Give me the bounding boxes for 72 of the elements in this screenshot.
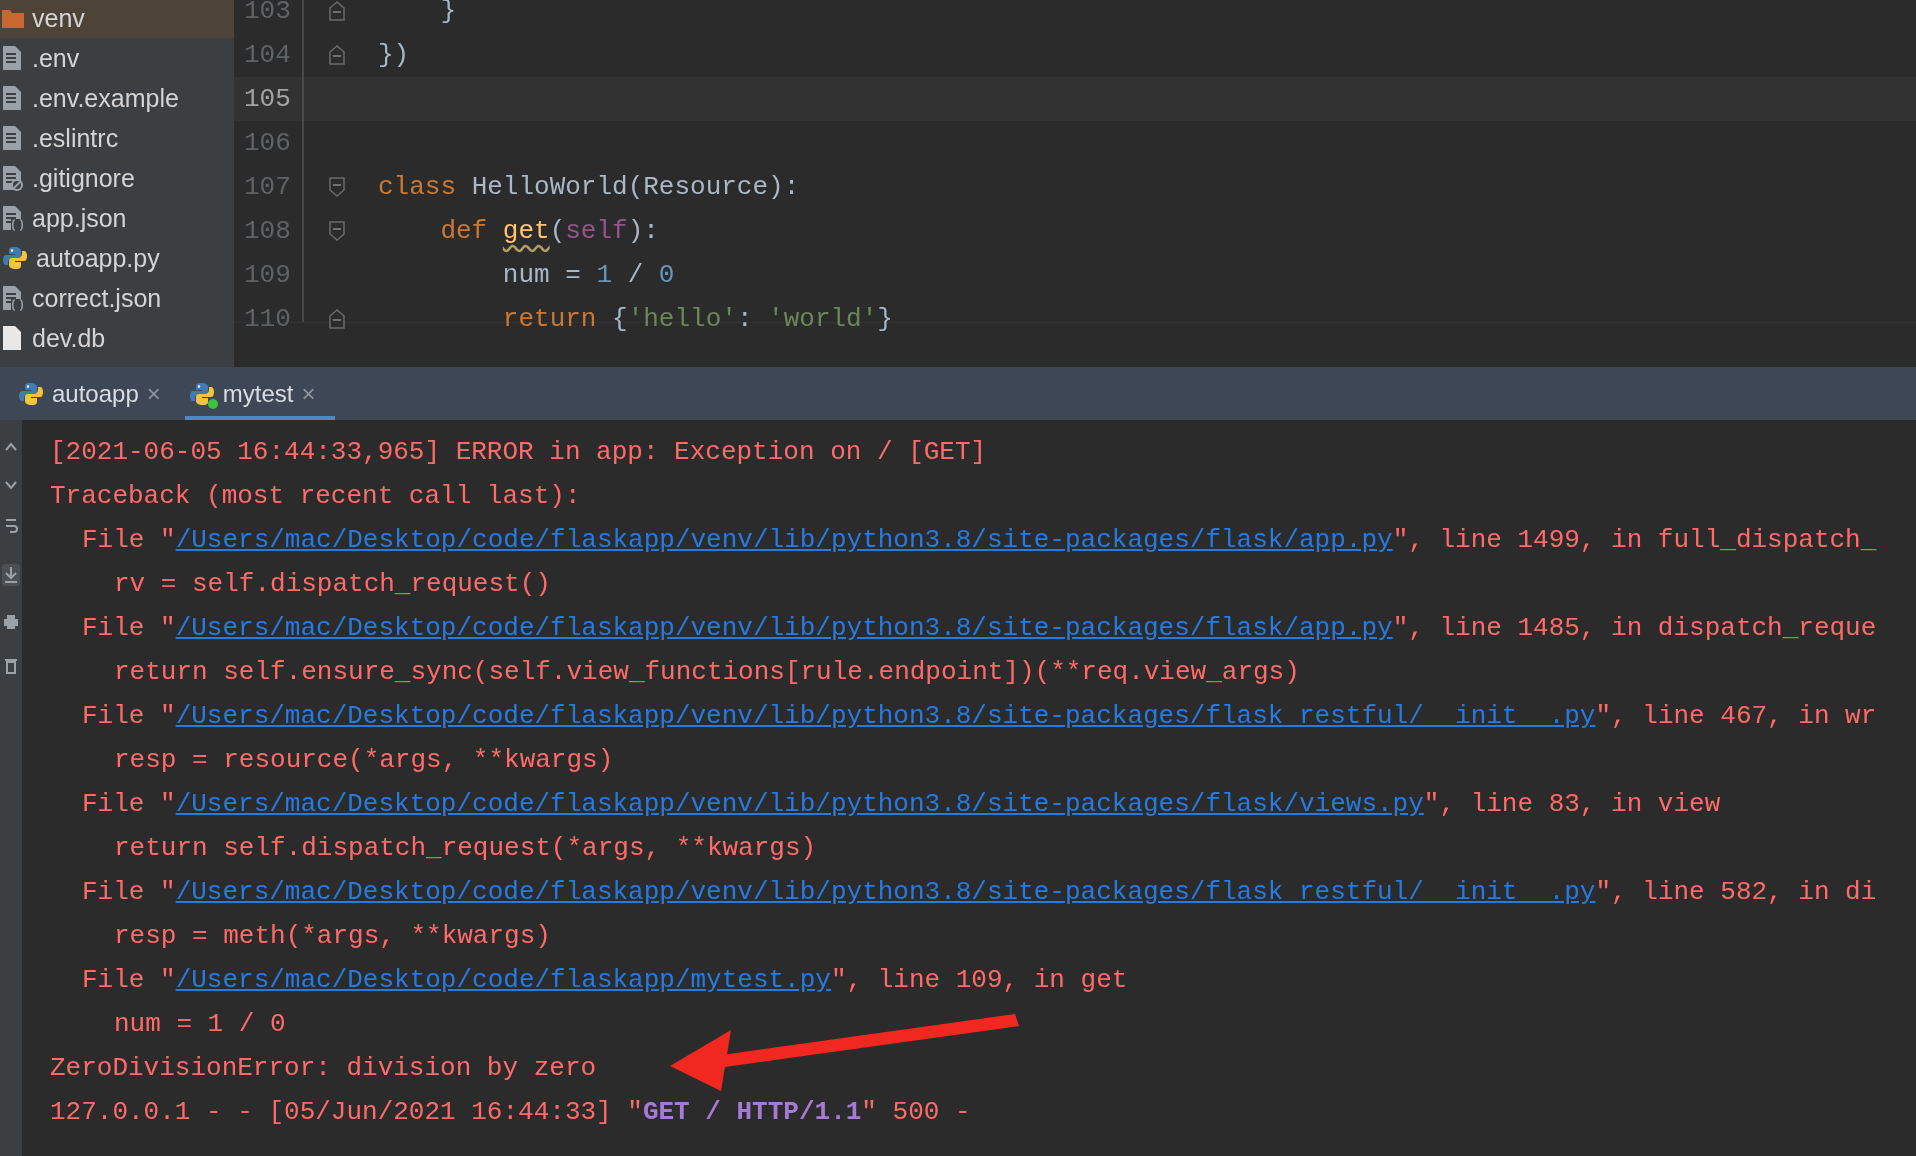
- tree-item[interactable]: app.json: [0, 198, 234, 238]
- line-number: 108: [243, 216, 292, 246]
- console-text: resp = resource(*args, **kwargs): [114, 745, 614, 775]
- line-number: 110: [243, 304, 292, 334]
- tree-item[interactable]: dev.db: [0, 318, 234, 358]
- code-token: ):: [627, 216, 659, 246]
- python-icon: [188, 380, 215, 407]
- code-token: get: [502, 216, 550, 246]
- run-tab[interactable]: autoapp ×: [14, 367, 181, 420]
- line-number: 107: [243, 172, 292, 202]
- python-icon: [18, 380, 44, 407]
- console-text: resp = meth(*args, **kwargs): [114, 921, 551, 951]
- console-text: ", line 582, in di: [1595, 877, 1877, 907]
- line-number: 109: [243, 260, 292, 290]
- print-icon[interactable]: [3, 614, 19, 630]
- tree-item[interactable]: .gitignore: [0, 158, 234, 198]
- code-token: return: [501, 304, 598, 334]
- console-text: rv = self.dispatch_request(): [114, 569, 551, 599]
- code-token: 'hello': [627, 304, 737, 334]
- code-token: }: [439, 0, 456, 26]
- console-text: [2021-06-05 16:44:33,965] ERROR in app: Exception on / [GET]: [50, 437, 987, 467]
- up-icon[interactable]: [5, 442, 17, 452]
- file-icon: [2, 325, 24, 351]
- python-icon: [2, 245, 28, 271]
- line-number: 103: [243, 0, 292, 26]
- line-number: 104: [243, 40, 292, 70]
- tree-item[interactable]: .env: [0, 38, 234, 78]
- console-text: ", line 1485, in dispatch_reque: [1392, 613, 1877, 643]
- code-token: (: [549, 216, 566, 246]
- wrap-icon[interactable]: [4, 518, 18, 536]
- code-token: }): [378, 40, 410, 70]
- line-number: 106: [243, 128, 292, 158]
- console-text: File ": [82, 525, 176, 555]
- console-text: ", line 109, in get: [830, 965, 1128, 995]
- console-text: ", line 83, in view: [1423, 789, 1721, 819]
- scroll-to-end-icon[interactable]: [2, 564, 20, 586]
- code-token: HelloWorld(Resource):: [471, 172, 800, 202]
- tree-item[interactable]: correct.json: [0, 278, 234, 318]
- code-token: :: [736, 304, 754, 334]
- console-text: File ": [82, 965, 176, 995]
- code-token: {: [612, 304, 628, 334]
- code-token: 'world': [768, 304, 878, 334]
- code-token: /: [626, 260, 645, 290]
- folder-icon: [2, 8, 24, 28]
- code-token: class: [378, 172, 457, 202]
- line-number: 105: [243, 84, 292, 114]
- tree-item[interactable]: .env.example: [0, 78, 234, 118]
- trash-icon[interactable]: [4, 658, 18, 674]
- console-text: Traceback (most recent call last):: [50, 481, 581, 511]
- code-token: self: [565, 216, 628, 246]
- console-text: 127.0.0.1 - - [05/Jun/2021 16:44:33] ": [50, 1097, 643, 1127]
- tree-item[interactable]: venv: [0, 0, 234, 38]
- code-token: def: [439, 216, 489, 246]
- console-text: ZeroDivisionError: division by zero: [50, 1053, 597, 1083]
- console-text: File ": [82, 701, 176, 731]
- tree-item[interactable]: autoapp.py: [0, 238, 234, 278]
- console-text: File ": [82, 613, 176, 643]
- console-text: ", line 1499, in full_dispatch_: [1392, 525, 1877, 555]
- console-text: ", line 467, in wr: [1595, 701, 1877, 731]
- code-token: 1: [596, 260, 613, 290]
- code-token: }: [877, 304, 893, 334]
- request-text: GET / HTTP/1.1: [642, 1097, 862, 1127]
- console-text: return self.dispatch_request(*args, **kwargs): [114, 833, 817, 863]
- console-text: " 500 -: [861, 1097, 971, 1127]
- tree-item[interactable]: .eslintrc: [0, 118, 234, 158]
- console-text: return self.ensure_sync(self.view_functions[rule.endpoint])(**req.view_args): [114, 657, 1300, 687]
- console-text: File ": [82, 789, 176, 819]
- console-text: File ": [82, 877, 176, 907]
- code-token: 0: [658, 260, 675, 290]
- down-icon[interactable]: [5, 480, 17, 490]
- code-token: num =: [501, 260, 582, 290]
- console-text: num = 1 / 0: [114, 1009, 286, 1039]
